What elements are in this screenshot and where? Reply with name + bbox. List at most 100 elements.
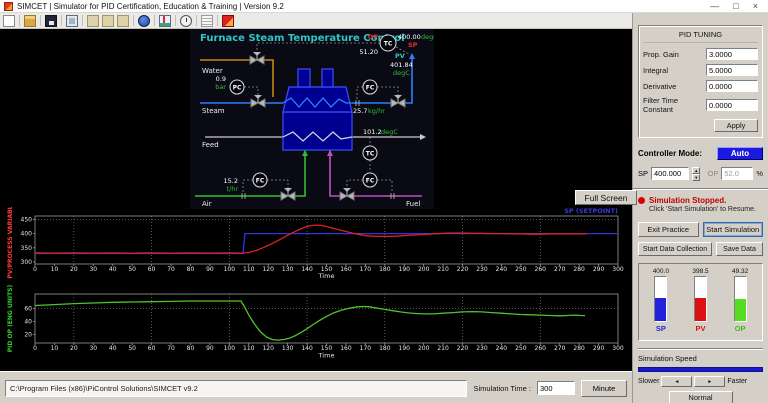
derivative-label: Derivative xyxy=(643,81,677,91)
save-data-button[interactable]: Save Data xyxy=(716,242,763,256)
svg-text:210: 210 xyxy=(437,345,449,352)
op-input[interactable] xyxy=(721,167,754,180)
pid-tuning-title: PID TUNING xyxy=(643,26,758,43)
svg-text:80: 80 xyxy=(187,266,195,273)
report-icon-1[interactable] xyxy=(87,14,99,27)
op-label: OP xyxy=(368,33,379,41)
maximize-button[interactable]: □ xyxy=(733,1,738,12)
svg-text:450: 450 xyxy=(21,216,33,223)
process-diagram: Furnace Steam Temperature Control TC PC … xyxy=(190,29,434,209)
svg-text:130: 130 xyxy=(282,266,294,273)
svg-text:290: 290 xyxy=(593,345,605,352)
svg-text:210: 210 xyxy=(437,266,449,273)
op-indicator-label: OP xyxy=(734,324,746,333)
report-icon-3[interactable] xyxy=(117,14,129,27)
timer-icon[interactable] xyxy=(180,14,192,27)
svg-text:10: 10 xyxy=(51,266,59,273)
svg-text:230: 230 xyxy=(476,266,488,273)
pv-indicator-label: PV xyxy=(695,324,706,333)
pid-tuning-group: PID TUNING Prop. Gain Integral Derivativ… xyxy=(638,25,763,138)
start-simulation-button[interactable]: Start Simulation xyxy=(702,222,763,237)
minimize-button[interactable]: — xyxy=(710,1,719,12)
air-flow-unit: t/hr xyxy=(226,185,238,193)
filter-time-input[interactable] xyxy=(706,99,758,111)
svg-text:90: 90 xyxy=(206,345,214,352)
op-indicator: 49.32 OP xyxy=(732,268,748,337)
svg-text:PV/PROCESS VARIABLE: PV/PROCESS VARIABLE xyxy=(7,207,14,279)
pv-label: PV xyxy=(395,52,405,60)
minute-button[interactable]: Minute xyxy=(581,379,627,397)
simcet-app-icon[interactable] xyxy=(222,14,234,27)
simulation-speed-label: Simulation Speed xyxy=(638,354,697,363)
speed-decrease-button[interactable]: ◄ xyxy=(661,376,693,387)
furnace-stack-right xyxy=(321,68,334,88)
svg-text:280: 280 xyxy=(573,345,585,352)
apply-button[interactable]: Apply xyxy=(714,119,758,132)
svg-text:120: 120 xyxy=(262,345,274,352)
sp-input[interactable] xyxy=(651,167,690,180)
resume-hint-text: Click 'Start Simulation' to Resume. xyxy=(649,206,756,213)
close-button[interactable]: × xyxy=(753,1,758,12)
sp-spinner: ▲ ▼ xyxy=(692,167,701,181)
sp-spin-up-icon[interactable]: ▲ xyxy=(692,167,701,174)
fullscreen-button[interactable]: Full Screen xyxy=(575,190,637,205)
prop-gain-input[interactable] xyxy=(706,48,758,60)
op-series xyxy=(34,300,586,341)
svg-text:270: 270 xyxy=(554,345,566,352)
op-label: OP xyxy=(707,169,719,178)
new-file-icon[interactable] xyxy=(3,14,15,27)
speed-track[interactable] xyxy=(638,367,763,372)
controller-mode-button[interactable]: Auto xyxy=(717,147,763,160)
exit-practice-button[interactable]: Exit Practice xyxy=(638,222,699,237)
svg-text:60: 60 xyxy=(148,266,156,273)
svg-text:SP (SETPOINT): SP (SETPOINT) xyxy=(564,207,618,215)
normal-speed-button[interactable]: Normal xyxy=(668,391,733,403)
svg-text:240: 240 xyxy=(496,345,508,352)
svg-text:30: 30 xyxy=(89,266,97,273)
pressure-unit: bar xyxy=(215,83,226,91)
open-folder-icon[interactable] xyxy=(24,14,36,27)
svg-text:190: 190 xyxy=(399,266,411,273)
steam-flow-value: 25.7 xyxy=(353,107,367,115)
fc-steam-tag: FC xyxy=(366,85,375,92)
toolbar-separator xyxy=(217,15,218,26)
simulation-status: Simulation Stopped. Click 'Start Simulat… xyxy=(638,196,763,213)
integral-input[interactable] xyxy=(706,64,758,76)
simulation-time-input[interactable] xyxy=(537,381,575,395)
pv-unit: degC xyxy=(393,69,410,77)
op-trend-chart: 20 40 60 0 10 20 30 40 50 60 70 80 90 100 110 120 130 140… xyxy=(7,285,624,360)
air-flow-value: 15.2 xyxy=(224,177,238,185)
app-window: SIMCET | Simulator for PID Certification… xyxy=(0,0,768,403)
toolbar-separator xyxy=(40,15,41,26)
help-globe-icon[interactable] xyxy=(138,14,150,27)
monitor-icon[interactable] xyxy=(66,14,78,27)
svg-text:270: 270 xyxy=(554,266,566,273)
svg-text:220: 220 xyxy=(457,266,469,273)
status-bar: C:\Program Files (x86)\PiControl Solutio… xyxy=(0,371,632,403)
trend-chart-icon[interactable] xyxy=(159,14,171,27)
toolbar xyxy=(0,13,632,29)
svg-text:Time: Time xyxy=(318,272,335,279)
svg-text:40: 40 xyxy=(109,266,117,273)
svg-text:90: 90 xyxy=(206,266,214,273)
svg-text:290: 290 xyxy=(593,266,605,273)
svg-text:250: 250 xyxy=(515,345,527,352)
pv-series xyxy=(34,224,587,254)
report-icon-2[interactable] xyxy=(102,14,114,27)
svg-text:80: 80 xyxy=(187,345,195,352)
notes-icon[interactable] xyxy=(201,14,213,27)
app-logo-icon xyxy=(4,1,13,11)
save-icon[interactable] xyxy=(45,14,57,27)
speed-increase-button[interactable]: ► xyxy=(694,376,726,387)
feed-temp-value: 101.2 xyxy=(363,128,382,136)
svg-text:250: 250 xyxy=(515,266,527,273)
derivative-input[interactable] xyxy=(706,80,758,92)
start-data-collection-button[interactable]: Start Data Collection xyxy=(638,242,712,256)
svg-text:50: 50 xyxy=(128,266,136,273)
sp-spin-down-icon[interactable]: ▼ xyxy=(692,174,701,181)
svg-text:100: 100 xyxy=(224,266,236,273)
svg-text:50: 50 xyxy=(128,345,136,352)
svg-text:400: 400 xyxy=(21,231,33,238)
sp-unit: degC xyxy=(421,33,434,41)
sp-label: SP xyxy=(638,169,649,178)
